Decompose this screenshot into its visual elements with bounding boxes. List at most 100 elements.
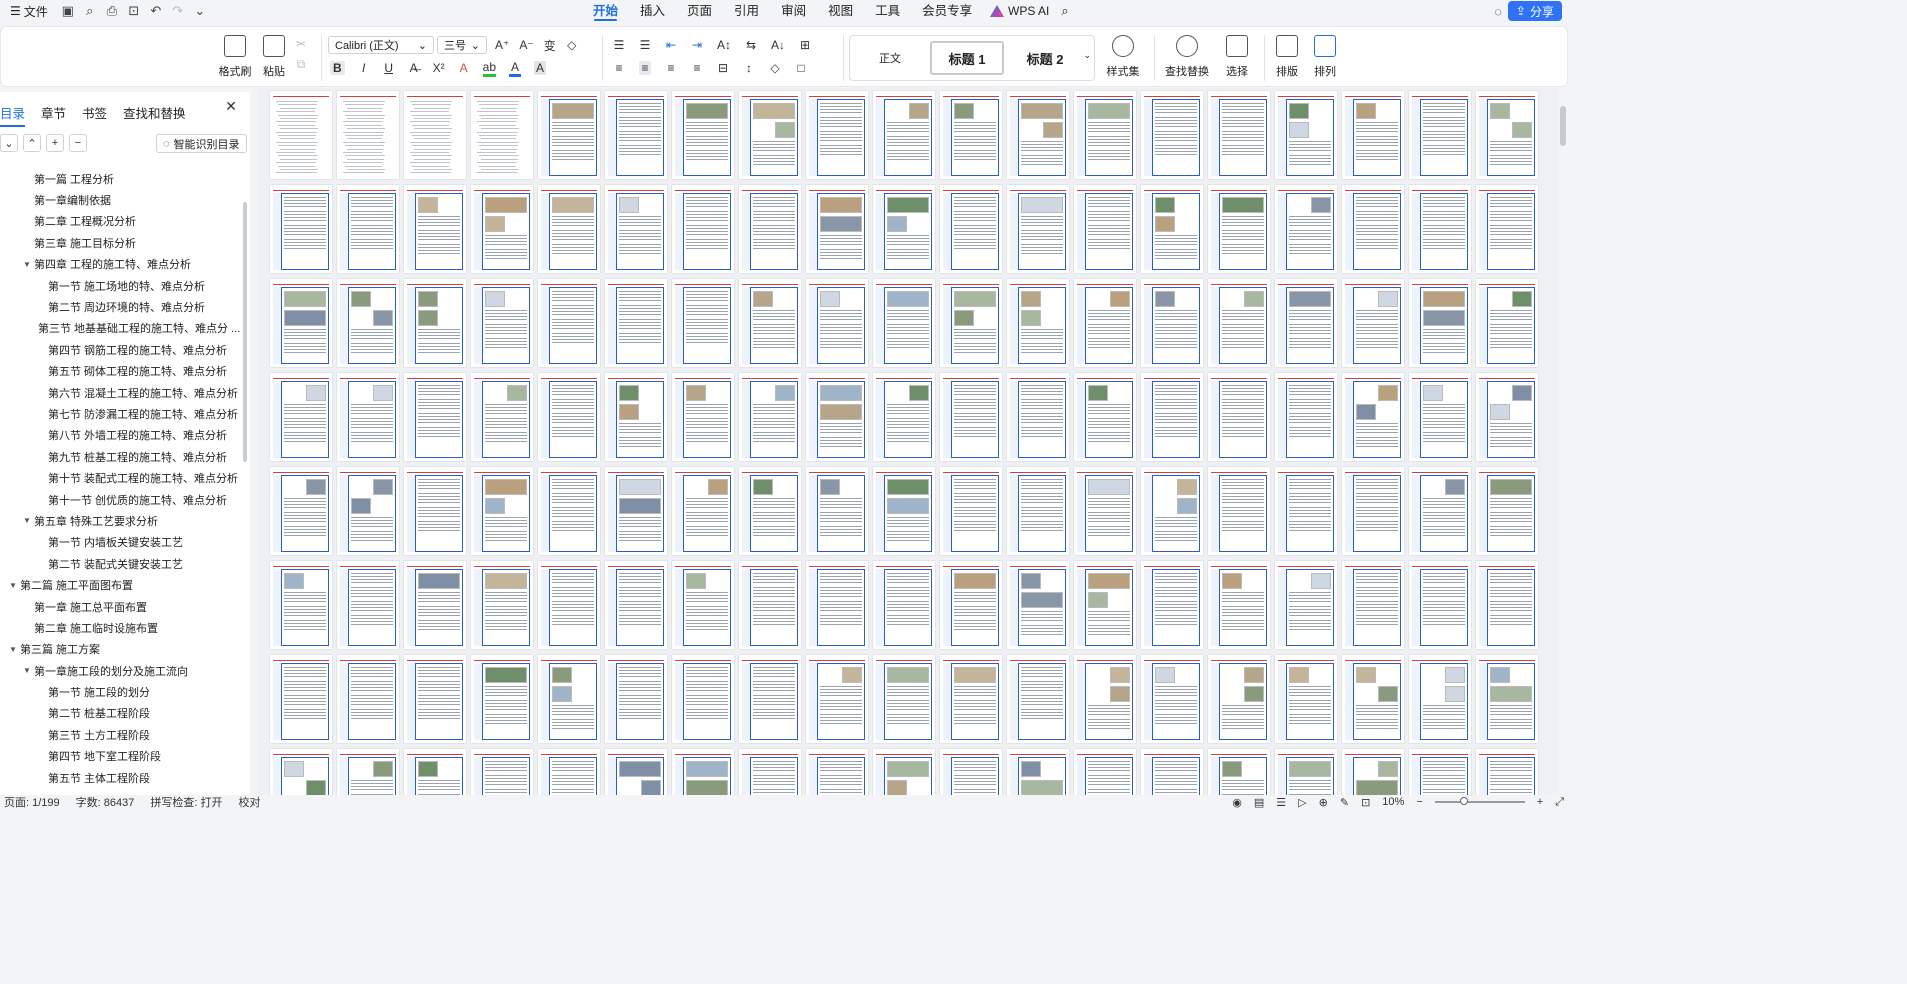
zoom-in-icon[interactable]: +: [1537, 796, 1543, 808]
page-thumbnail[interactable]: [605, 185, 667, 273]
page-thumbnail[interactable]: [471, 467, 533, 555]
page-thumbnail[interactable]: [605, 279, 667, 367]
page-thumbnail[interactable]: [806, 91, 868, 179]
page-thumbnail[interactable]: [940, 749, 1002, 795]
bullet-list-icon[interactable]: ☰: [613, 38, 625, 52]
share-button[interactable]: ⇪ 分享: [1507, 1, 1562, 21]
save-as-icon[interactable]: ⌕: [82, 3, 98, 19]
superscript-icon[interactable]: X²: [433, 61, 445, 75]
toc-item[interactable]: 第三节 土方工程阶段: [0, 724, 240, 745]
toc-item[interactable]: 第一章编制依据: [0, 189, 240, 210]
page-thumbnail[interactable]: [404, 749, 466, 795]
page-thumbnail[interactable]: [1208, 749, 1270, 795]
char-shading-icon[interactable]: A: [534, 61, 547, 75]
page-thumbnail[interactable]: [270, 185, 332, 273]
page-thumbnail[interactable]: [1342, 655, 1404, 743]
toc-item[interactable]: 第六节 混凝土工程的施工特、难点分析: [0, 382, 240, 403]
page-thumbnail[interactable]: [1208, 279, 1270, 367]
page-thumbnail[interactable]: [471, 561, 533, 649]
decrease-indent-icon[interactable]: ⇤: [665, 38, 677, 52]
page-thumbnail[interactable]: [1141, 749, 1203, 795]
page-thumbnail[interactable]: [337, 373, 399, 461]
cut-icon[interactable]: ✂: [295, 37, 307, 51]
page-thumbnail[interactable]: [806, 749, 868, 795]
page-thumbnail[interactable]: [1007, 91, 1069, 179]
page-thumbnail[interactable]: [1208, 373, 1270, 461]
expand-arrow-icon[interactable]: ▼: [22, 516, 32, 525]
page-thumbnail[interactable]: [1074, 91, 1136, 179]
toc-item[interactable]: 第七节 防渗漏工程的施工特、难点分析: [0, 403, 240, 424]
page-thumbnail[interactable]: [404, 373, 466, 461]
page-thumbnail[interactable]: [873, 91, 935, 179]
toc-item[interactable]: ▼ 第五章 特殊工艺要求分析: [0, 510, 240, 531]
document-canvas[interactable]: [258, 88, 1558, 795]
eye-icon[interactable]: ◉: [1232, 796, 1242, 809]
print-preview-icon[interactable]: ⊡: [126, 3, 142, 19]
toc-item[interactable]: 第十节 装配式工程的施工特、难点分析: [0, 467, 240, 488]
page-thumbnail[interactable]: [1409, 279, 1471, 367]
page-thumbnail[interactable]: [605, 561, 667, 649]
text-effect-icon[interactable]: A: [458, 61, 470, 75]
page-thumbnail[interactable]: [1476, 655, 1538, 743]
shading-icon[interactable]: ◇: [769, 61, 781, 75]
font-name-select[interactable]: Calibri (正文) ⌄: [328, 36, 434, 54]
highlight-icon[interactable]: ab: [482, 60, 497, 77]
search-icon[interactable]: ⌕: [1061, 3, 1068, 19]
page-thumbnail[interactable]: [471, 655, 533, 743]
page-thumbnail[interactable]: [940, 373, 1002, 461]
page-thumbnail[interactable]: [1007, 561, 1069, 649]
page-thumbnail[interactable]: [605, 91, 667, 179]
page-thumbnail[interactable]: [672, 279, 734, 367]
shrink-font-icon[interactable]: A⁻: [519, 38, 533, 52]
toc-item[interactable]: 第十一节 创优质的施工特、难点分析: [0, 489, 240, 510]
page-thumbnail[interactable]: [270, 91, 332, 179]
toc-item[interactable]: 第五节 砌体工程的施工特、难点分析: [0, 361, 240, 382]
page-thumbnail[interactable]: [940, 655, 1002, 743]
page-thumbnail[interactable]: [404, 655, 466, 743]
close-icon[interactable]: ✕: [224, 99, 238, 113]
toc-item[interactable]: 第二节 装配式关键安装工艺: [0, 553, 240, 574]
layout-button[interactable]: 排版: [1269, 35, 1305, 79]
arrange-button[interactable]: 排列: [1307, 35, 1343, 79]
format-painter-button[interactable]: 格式刷: [218, 35, 252, 79]
page-thumbnail[interactable]: [1141, 91, 1203, 179]
page-thumbnail[interactable]: [739, 749, 801, 795]
file-menu-button[interactable]: ☰ 文件: [4, 0, 54, 22]
page-indicator[interactable]: 页面: 1/199: [4, 794, 60, 810]
toc-item[interactable]: 第八节 外墙工程的施工特、难点分析: [0, 425, 240, 446]
page-thumbnail[interactable]: [1208, 655, 1270, 743]
page-thumbnail[interactable]: [940, 467, 1002, 555]
page-thumbnail[interactable]: [1208, 561, 1270, 649]
numbered-list-icon[interactable]: ☰: [639, 38, 651, 52]
nav-scrollbar[interactable]: [243, 202, 247, 462]
page-thumbnail[interactable]: [1409, 467, 1471, 555]
page-thumbnail[interactable]: [538, 91, 600, 179]
page-thumbnail[interactable]: [538, 749, 600, 795]
proofread-button[interactable]: 校对: [238, 794, 260, 810]
more-icon[interactable]: ⌄: [192, 3, 208, 19]
page-thumbnail[interactable]: [1074, 749, 1136, 795]
page-thumbnail[interactable]: [1141, 655, 1203, 743]
page-thumbnail[interactable]: [873, 185, 935, 273]
page-thumbnail[interactable]: [873, 373, 935, 461]
page-thumbnail[interactable]: [1476, 185, 1538, 273]
page-thumbnail[interactable]: [940, 279, 1002, 367]
nav-tab-chapters[interactable]: 章节: [41, 103, 66, 122]
page-view-icon[interactable]: ▤: [1254, 796, 1264, 809]
zoom-level[interactable]: 10%: [1382, 796, 1404, 808]
page-thumbnail[interactable]: [739, 279, 801, 367]
page-thumbnail[interactable]: [1208, 185, 1270, 273]
toc-item[interactable]: 第一章 施工总平面布置: [0, 596, 240, 617]
page-thumbnail[interactable]: [1342, 91, 1404, 179]
undo-icon[interactable]: ↶: [148, 3, 164, 19]
page-thumbnail[interactable]: [1275, 185, 1337, 273]
smart-toc-button[interactable]: ◌ 智能识别目录: [156, 134, 247, 153]
page-thumbnail[interactable]: [940, 561, 1002, 649]
page-thumbnail[interactable]: [739, 655, 801, 743]
page-thumbnail[interactable]: [873, 467, 935, 555]
sort-icon[interactable]: A↓: [771, 38, 785, 52]
toc-item[interactable]: 第三节 地基基础工程的施工特、难点分 ...: [0, 318, 240, 339]
page-thumbnail[interactable]: [1409, 185, 1471, 273]
style-heading-1[interactable]: 标题 1: [930, 41, 1004, 75]
web-view-icon[interactable]: ⊕: [1319, 796, 1328, 809]
